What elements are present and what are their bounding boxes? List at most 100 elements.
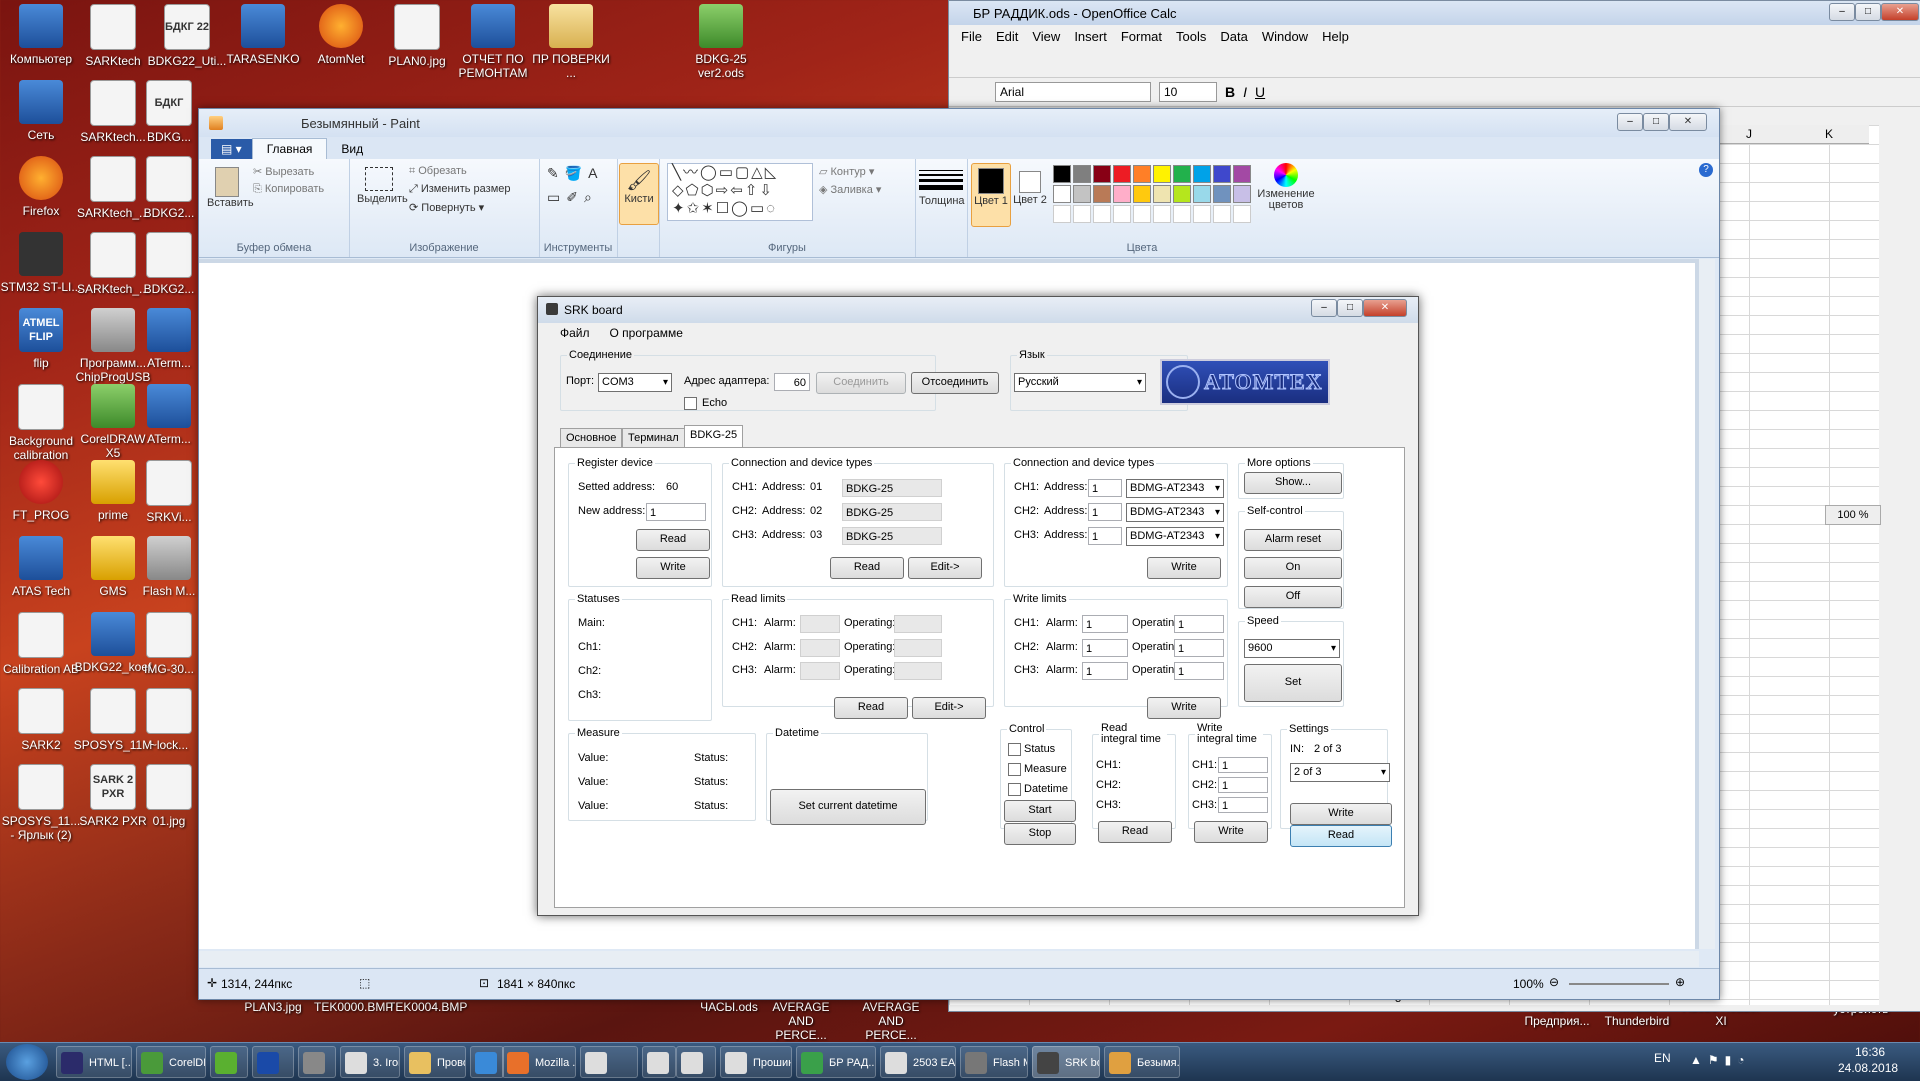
calc-menu-item[interactable]: Help bbox=[1322, 29, 1349, 44]
taskbar-item[interactable]: Flash M... bbox=[960, 1046, 1028, 1078]
desktop-icon-label[interactable]: PLAN3.jpg bbox=[234, 1000, 312, 1014]
palette-empty-swatch[interactable] bbox=[1173, 205, 1191, 223]
desktop-icon[interactable]: SARK2 bbox=[0, 688, 82, 752]
desktop-icon-label[interactable]: TEK0004.BMP bbox=[388, 1000, 467, 1014]
palette-color-swatch[interactable] bbox=[1133, 165, 1151, 183]
write-limits-operating-input[interactable]: 1 bbox=[1174, 662, 1224, 680]
paint-file-menu-button[interactable]: ▤ ▾ bbox=[211, 139, 252, 159]
palette-empty-swatch[interactable] bbox=[1193, 205, 1211, 223]
taskbar-item[interactable] bbox=[470, 1046, 504, 1078]
stop-button[interactable]: Stop bbox=[1004, 823, 1076, 845]
palette-color-swatch[interactable] bbox=[1153, 185, 1171, 203]
read-limits-read-button[interactable]: Read bbox=[834, 697, 908, 719]
calc-close-button[interactable]: ✕ bbox=[1881, 3, 1919, 21]
desktop-icon[interactable]: БДКГ 22 BDKG22_Uti... bbox=[146, 4, 228, 68]
clock-time[interactable]: 16:36 bbox=[1855, 1045, 1885, 1059]
fill-button[interactable]: ◈ Заливка ▾ bbox=[819, 183, 881, 196]
underline-icon[interactable]: U bbox=[1255, 84, 1265, 100]
palette-color-swatch[interactable] bbox=[1093, 165, 1111, 183]
conn-write-address-input[interactable]: 1 bbox=[1088, 503, 1122, 521]
thickness-button[interactable]: Толщина bbox=[919, 165, 965, 207]
palette-empty-swatch[interactable] bbox=[1133, 205, 1151, 223]
palette-color-swatch[interactable] bbox=[1053, 185, 1071, 203]
palette-empty-swatch[interactable] bbox=[1213, 205, 1231, 223]
zoom-slider[interactable] bbox=[1569, 983, 1669, 985]
desktop-icon[interactable]: Firefox bbox=[0, 156, 82, 218]
menu-file[interactable]: Файл bbox=[560, 326, 590, 340]
palette-color-swatch[interactable] bbox=[1133, 185, 1151, 203]
outline-button[interactable]: ▱ Контур ▾ bbox=[819, 165, 874, 178]
register-read-button[interactable]: Read bbox=[636, 529, 710, 551]
palette-empty-swatch[interactable] bbox=[1053, 205, 1071, 223]
new-address-input[interactable]: 1 bbox=[646, 503, 706, 521]
desktop-icon[interactable]: STM32 ST-LI... bbox=[0, 232, 82, 294]
palette-color-swatch[interactable] bbox=[1233, 185, 1251, 203]
connection-edit-button[interactable]: Edit-> bbox=[908, 557, 982, 579]
zoom-in-icon[interactable]: ⊕ bbox=[1675, 975, 1685, 989]
taskbar-item[interactable]: Прово... bbox=[404, 1046, 466, 1078]
desktop-icon[interactable]: Background calibration bbox=[0, 384, 82, 462]
set-datetime-button[interactable]: Set current datetime bbox=[770, 789, 926, 825]
calc-menu-item[interactable]: Tools bbox=[1176, 29, 1206, 44]
tab-home[interactable]: Главная bbox=[251, 138, 328, 159]
start-button[interactable] bbox=[6, 1044, 48, 1080]
column-header-j[interactable]: J bbox=[1709, 125, 1789, 144]
desktop-icon[interactable]: SPOSYS_11... - Ярлык (2) bbox=[0, 764, 82, 842]
crop-button[interactable]: ⌗ Обрезать bbox=[409, 165, 467, 178]
help-icon[interactable]: ? bbox=[1699, 163, 1713, 177]
write-limits-write-button[interactable]: Write bbox=[1147, 697, 1221, 719]
calc-minimize-button[interactable]: – bbox=[1829, 3, 1855, 21]
resize-button[interactable]: ⤢ Изменить размер bbox=[409, 183, 511, 196]
palette-color-swatch[interactable] bbox=[1233, 165, 1251, 183]
font-size-box[interactable]: 10 bbox=[1159, 82, 1217, 102]
desktop-icon-label[interactable]: TEK0000.BMP bbox=[314, 1000, 393, 1014]
write-limits-operating-input[interactable]: 1 bbox=[1174, 615, 1224, 633]
palette-empty-swatch[interactable] bbox=[1093, 205, 1111, 223]
conn-write-type-select[interactable]: BDMG-AT2343 bbox=[1126, 503, 1224, 522]
eraser-icon[interactable]: ▭✐⌕ bbox=[547, 189, 598, 206]
start-button[interactable]: Start bbox=[1004, 800, 1076, 822]
desktop-icon[interactable]: ОТЧЕТ ПО РЕМОНТАМ bbox=[452, 4, 534, 80]
paint-close-button[interactable]: ✕ bbox=[1669, 113, 1707, 131]
write-integral-ch2-input[interactable]: 1 bbox=[1218, 777, 1268, 793]
language-select[interactable]: Русский bbox=[1014, 373, 1146, 392]
palette-color-swatch[interactable] bbox=[1113, 185, 1131, 203]
palette-color-swatch[interactable] bbox=[1213, 165, 1231, 183]
calc-menu-item[interactable]: Window bbox=[1262, 29, 1308, 44]
srk-minimize-button[interactable]: – bbox=[1311, 299, 1337, 317]
color2-button[interactable]: Цвет 2 bbox=[1013, 163, 1047, 225]
rotate-button[interactable]: ⟳ Повернуть ▾ bbox=[409, 201, 484, 214]
status-checkbox[interactable] bbox=[1008, 743, 1021, 756]
desktop-icon[interactable]: TARASENKO bbox=[222, 4, 304, 66]
taskbar-item[interactable] bbox=[210, 1046, 248, 1078]
desktop-icon[interactable]: BDKG-25 ver2.ods bbox=[680, 4, 762, 80]
calc-menu-item[interactable]: Data bbox=[1220, 29, 1247, 44]
conn-write-type-select[interactable]: BDMG-AT2343 bbox=[1126, 479, 1224, 498]
taskbar-item[interactable]: 2503 EA... bbox=[880, 1046, 956, 1078]
calc-menu-item[interactable]: Edit bbox=[996, 29, 1018, 44]
taskbar-item[interactable]: БР РАД... bbox=[796, 1046, 876, 1078]
on-button[interactable]: On bbox=[1244, 557, 1342, 579]
desktop-icon-label[interactable]: AVERAGE AND PERCE... bbox=[762, 1000, 840, 1042]
palette-color-swatch[interactable] bbox=[1093, 185, 1111, 203]
palette-empty-swatch[interactable] bbox=[1073, 205, 1091, 223]
write-limits-operating-input[interactable]: 1 bbox=[1174, 639, 1224, 657]
calc-menu-item[interactable]: File bbox=[961, 29, 982, 44]
read-limits-edit-button[interactable]: Edit-> bbox=[912, 697, 986, 719]
select-button[interactable]: Выделить bbox=[357, 167, 408, 205]
desktop-icon[interactable]: FT_PROG bbox=[0, 460, 82, 522]
show-button[interactable]: Show... bbox=[1244, 472, 1342, 494]
palette-color-swatch[interactable] bbox=[1053, 165, 1071, 183]
desktop-icon[interactable]: AtomNet bbox=[300, 4, 382, 66]
write-integral-ch3-input[interactable]: 1 bbox=[1218, 797, 1268, 813]
palette-color-swatch[interactable] bbox=[1073, 165, 1091, 183]
palette-color-swatch[interactable] bbox=[1193, 165, 1211, 183]
tab-view[interactable]: Вид bbox=[327, 139, 377, 159]
palette-empty-swatch[interactable] bbox=[1233, 205, 1251, 223]
desktop-icon[interactable]: ПР ПОВЕРКИ ... bbox=[530, 4, 612, 80]
desktop-icon-label[interactable]: AVERAGE AND PERCE... bbox=[852, 1000, 930, 1042]
desktop-icon[interactable]: SARKtech bbox=[72, 4, 154, 68]
write-limits-alarm-input[interactable]: 1 bbox=[1082, 639, 1128, 657]
palette-color-swatch[interactable] bbox=[1073, 185, 1091, 203]
connection-read-button[interactable]: Read bbox=[830, 557, 904, 579]
